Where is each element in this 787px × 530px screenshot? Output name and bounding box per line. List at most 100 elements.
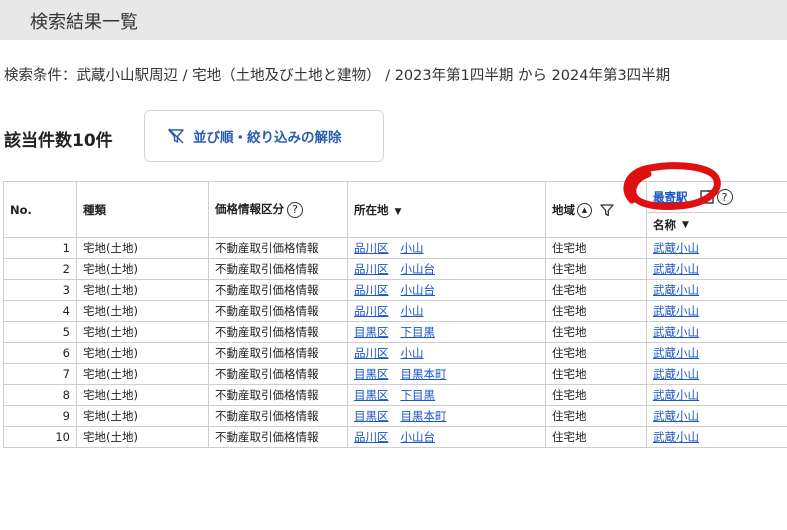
area-link[interactable]: 目黒本町	[401, 367, 447, 381]
row-no: 10	[3, 426, 77, 448]
area-link[interactable]: 小山台	[401, 283, 436, 297]
ward-link[interactable]: 品川区	[354, 430, 389, 444]
row-price-info: 不動産取引価格情報	[208, 258, 348, 280]
reset-button-label: 並び順・絞り込みの解除	[193, 130, 342, 146]
row-location: 品川区 小山	[347, 342, 546, 364]
row-type: 宅地(土地)	[76, 363, 209, 385]
row-location: 品川区 小山台	[347, 426, 546, 448]
table-row: 5 宅地(土地) 不動産取引価格情報 目黒区 下目黒 住宅地 武蔵小山	[3, 321, 787, 343]
col-header-station: 最寄駅 ? 名称 ▼	[646, 181, 787, 238]
reset-sort-filter-button[interactable]: 並び順・絞り込みの解除	[144, 110, 384, 162]
area-link[interactable]: 小山	[401, 304, 424, 318]
area-link[interactable]: 小山	[401, 241, 424, 255]
area-link[interactable]: 小山	[401, 346, 424, 360]
sort-down-icon[interactable]: ▼	[395, 207, 402, 217]
area-link[interactable]: 目黒本町	[401, 409, 447, 423]
header-bar: 検索結果一覧	[0, 0, 787, 40]
row-region: 住宅地	[545, 426, 647, 448]
ward-link[interactable]: 品川区	[354, 283, 389, 297]
row-region: 住宅地	[545, 363, 647, 385]
ward-link[interactable]: 品川区	[354, 262, 389, 276]
nearest-station-link[interactable]: 最寄駅	[653, 189, 688, 205]
row-region: 住宅地	[545, 258, 647, 280]
row-price-info: 不動産取引価格情報	[208, 426, 348, 448]
row-station: 武蔵小山	[646, 384, 787, 406]
row-no: 2	[3, 258, 77, 280]
station-link[interactable]: 武蔵小山	[653, 325, 699, 339]
ward-link[interactable]: 品川区	[354, 304, 389, 318]
row-type: 宅地(土地)	[76, 321, 209, 343]
table-row: 7 宅地(土地) 不動産取引価格情報 目黒区 目黒本町 住宅地 武蔵小山	[3, 363, 787, 385]
ward-link[interactable]: 目黒区	[354, 325, 389, 339]
area-link[interactable]: 下目黒	[401, 325, 436, 339]
filter-icon[interactable]	[600, 203, 614, 217]
row-price-info: 不動産取引価格情報	[208, 405, 348, 427]
help-icon[interactable]: ?	[287, 201, 303, 218]
row-station: 武蔵小山	[646, 342, 787, 364]
station-help-icon[interactable]: ?	[716, 189, 733, 205]
station-header-bottom[interactable]: 名称 ▼	[653, 213, 787, 237]
row-no: 6	[3, 342, 77, 364]
station-link[interactable]: 武蔵小山	[653, 430, 699, 444]
station-link[interactable]: 武蔵小山	[653, 283, 699, 297]
row-region: 住宅地	[545, 405, 647, 427]
row-location: 品川区 小山台	[347, 279, 546, 301]
station-link[interactable]: 武蔵小山	[653, 409, 699, 423]
row-no: 1	[3, 237, 77, 259]
row-price-info: 不動産取引価格情報	[208, 342, 348, 364]
row-price-info: 不動産取引価格情報	[208, 279, 348, 301]
row-location: 目黒区 下目黒	[347, 321, 546, 343]
sort-up-icon[interactable]: ▲	[577, 202, 592, 218]
station-link[interactable]: 武蔵小山	[653, 388, 699, 402]
row-region: 住宅地	[545, 237, 647, 259]
row-station: 武蔵小山	[646, 426, 787, 448]
station-name-label: 名称	[653, 218, 676, 232]
row-price-info: 不動産取引価格情報	[208, 237, 348, 259]
table-row: 10 宅地(土地) 不動産取引価格情報 品川区 小山台 住宅地 武蔵小山	[3, 426, 787, 448]
row-location: 品川区 小山	[347, 300, 546, 322]
col-header-region: 地域 ▲	[545, 181, 647, 238]
table-row: 1 宅地(土地) 不動産取引価格情報 品川区 小山 住宅地 武蔵小山	[3, 237, 787, 259]
station-link[interactable]: 武蔵小山	[653, 304, 699, 318]
row-station: 武蔵小山	[646, 321, 787, 343]
row-type: 宅地(土地)	[76, 258, 209, 280]
row-no: 3	[3, 279, 77, 301]
row-location: 目黒区 目黒本町	[347, 405, 546, 427]
row-location: 目黒区 下目黒	[347, 384, 546, 406]
ward-link[interactable]: 品川区	[354, 346, 389, 360]
region-label: 地域	[552, 202, 575, 217]
area-link[interactable]: 小山台	[401, 262, 436, 276]
ward-link[interactable]: 目黒区	[354, 409, 389, 423]
expand-icon[interactable]	[699, 190, 714, 204]
filter-off-icon	[168, 128, 184, 144]
col-header-location[interactable]: 所在地 ▼	[347, 181, 546, 238]
row-type: 宅地(土地)	[76, 384, 209, 406]
location-label: 所在地	[354, 202, 389, 217]
station-sort-icon[interactable]: ▼	[682, 220, 689, 230]
row-price-info: 不動産取引価格情報	[208, 384, 348, 406]
ward-link[interactable]: 目黒区	[354, 367, 389, 381]
col-header-price-info: 価格情報区分?	[208, 181, 348, 238]
row-station: 武蔵小山	[646, 237, 787, 259]
area-link[interactable]: 小山台	[401, 430, 436, 444]
station-link[interactable]: 武蔵小山	[653, 241, 699, 255]
row-region: 住宅地	[545, 321, 647, 343]
station-link[interactable]: 武蔵小山	[653, 367, 699, 381]
ward-link[interactable]: 品川区	[354, 241, 389, 255]
station-link[interactable]: 武蔵小山	[653, 346, 699, 360]
row-region: 住宅地	[545, 279, 647, 301]
row-type: 宅地(土地)	[76, 300, 209, 322]
table-row: 2 宅地(土地) 不動産取引価格情報 品川区 小山台 住宅地 武蔵小山	[3, 258, 787, 280]
price-info-label: 価格情報区分	[215, 202, 284, 217]
page-title: 検索結果一覧	[30, 12, 138, 33]
table-row: 4 宅地(土地) 不動産取引価格情報 品川区 小山 住宅地 武蔵小山	[3, 300, 787, 322]
row-price-info: 不動産取引価格情報	[208, 363, 348, 385]
row-no: 8	[3, 384, 77, 406]
ward-link[interactable]: 目黒区	[354, 388, 389, 402]
row-price-info: 不動産取引価格情報	[208, 321, 348, 343]
station-link[interactable]: 武蔵小山	[653, 262, 699, 276]
results-table: No. 種類 価格情報区分? 所在地 ▼ 地域 ▲ 最寄駅 ? 名称 ▼ 1 宅…	[3, 181, 787, 448]
row-region: 住宅地	[545, 300, 647, 322]
row-no: 9	[3, 405, 77, 427]
area-link[interactable]: 下目黒	[401, 388, 436, 402]
